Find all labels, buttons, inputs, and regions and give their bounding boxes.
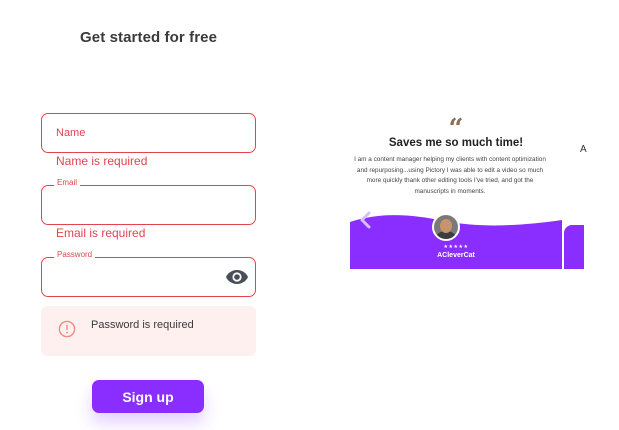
testimonial-body: I am a content manager helping my client… bbox=[354, 156, 546, 195]
testimonial-title: Saves me so much time! bbox=[388, 137, 524, 149]
password-field[interactable]: Password bbox=[41, 250, 256, 297]
name-field[interactable] bbox=[41, 113, 256, 153]
next-slide-peek bbox=[564, 225, 584, 269]
name-error-text: Name is required bbox=[56, 154, 148, 168]
chevron-left-icon[interactable] bbox=[359, 211, 373, 229]
email-error-text: Email is required bbox=[56, 226, 146, 240]
next-slide-text: A bbox=[580, 144, 587, 155]
email-field[interactable]: Email bbox=[41, 178, 256, 225]
password-label: Password bbox=[54, 250, 96, 260]
signup-button[interactable]: Sign up bbox=[92, 380, 204, 413]
email-input[interactable] bbox=[42, 186, 255, 224]
password-alert: Password is required bbox=[41, 306, 256, 356]
eye-icon[interactable] bbox=[225, 267, 249, 287]
testimonial-author: ACleverCat bbox=[437, 252, 475, 259]
avatar bbox=[432, 213, 460, 241]
rating-stars: ★★★★★ bbox=[443, 244, 469, 250]
name-input[interactable] bbox=[42, 114, 255, 152]
alert-circle-icon bbox=[58, 320, 76, 338]
testimonial-slide: “ Saves me so much time! I am a content … bbox=[350, 117, 562, 269]
password-input[interactable] bbox=[42, 258, 255, 296]
page-title: Get started for free bbox=[80, 29, 218, 46]
email-label: Email bbox=[54, 178, 81, 188]
alert-text: Password is required bbox=[91, 319, 194, 331]
testimonial-carousel: “ Saves me so much time! I am a content … bbox=[350, 117, 584, 269]
